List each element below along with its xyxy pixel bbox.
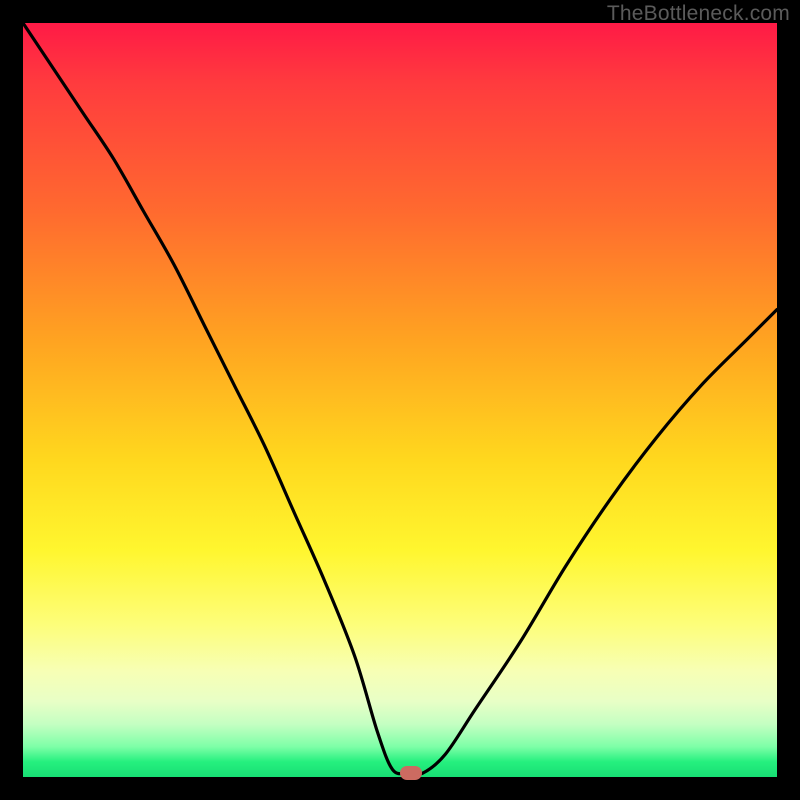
bottleneck-curve	[23, 23, 777, 777]
plot-area	[23, 23, 777, 777]
chart-frame: TheBottleneck.com	[0, 0, 800, 800]
watermark-text: TheBottleneck.com	[607, 2, 790, 26]
optimal-point-marker	[400, 766, 422, 780]
